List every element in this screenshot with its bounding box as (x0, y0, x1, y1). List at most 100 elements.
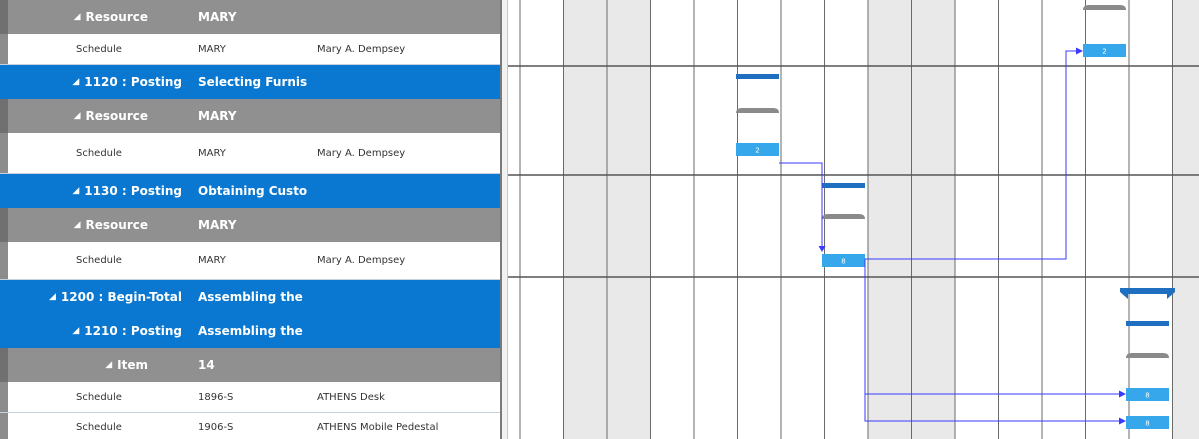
resource-bar (822, 214, 865, 219)
summary-bar (822, 183, 865, 188)
row-selector[interactable] (0, 0, 8, 34)
posting-row[interactable]: ◢ 1120 : Posting Selecting Furnishings (0, 65, 500, 99)
row-label: ◢ 1120 : Posting (10, 65, 188, 99)
row-description: Mary A. Dempsey (317, 147, 406, 159)
row-label: Schedule (76, 133, 186, 173)
row-label: ◢ 1210 : Posting (10, 314, 188, 348)
row-selector[interactable] (0, 208, 8, 242)
row-description (317, 280, 497, 314)
row-description: ATHENS Mobile Pedestal (317, 421, 439, 433)
row-label: ◢ Resource (10, 99, 188, 133)
row-selector[interactable] (0, 99, 8, 133)
expand-collapse-icon[interactable]: ◢ (74, 12, 81, 22)
row-description (317, 314, 497, 348)
row-label: ◢ Resource (10, 208, 188, 242)
group-row[interactable]: ◢ Resource MARY (0, 99, 500, 133)
expand-collapse-icon[interactable]: ◢ (72, 77, 79, 87)
row-code: 1906-S (198, 421, 234, 433)
row-description (317, 65, 497, 99)
row-code: Assembling the Furniture etc. (198, 290, 308, 304)
row-type-text: 1130 : Posting (84, 184, 182, 198)
row-code: Obtaining Customer Approval (198, 184, 308, 198)
row-type-text: 1200 : Begin-Total (60, 290, 182, 304)
posting-row[interactable]: ◢ 1130 : Posting Obtaining Customer Approv… (0, 174, 500, 208)
expand-collapse-icon[interactable]: ◢ (72, 326, 79, 336)
group-row[interactable]: ◢ Item 14 (0, 348, 500, 382)
row-code: MARY (198, 109, 237, 123)
row-label: ◢ Resource (10, 0, 188, 34)
row-selector[interactable] (0, 65, 8, 99)
row-type-text: Resource (85, 10, 148, 24)
capacity-label: 2 (755, 147, 759, 155)
row-description (317, 208, 497, 242)
row-label: ◢ 1130 : Posting (10, 174, 188, 208)
capacity-label: 2 (1102, 48, 1106, 56)
posting-row[interactable]: ◢ 1200 : Begin-Total Assembling the Furnit… (0, 280, 500, 314)
row-description (317, 99, 497, 133)
posting-row[interactable]: ◢ 1210 : Posting Assembling the Furniture … (0, 314, 500, 348)
row-selector[interactable] (0, 280, 8, 314)
expand-collapse-icon[interactable]: ◢ (74, 220, 81, 230)
row-code: MARY (198, 255, 226, 266)
pane-splitter[interactable] (500, 0, 508, 439)
row-label: Schedule (76, 413, 186, 439)
row-label: Schedule (76, 242, 186, 279)
row-selector[interactable] (0, 314, 8, 348)
row-description: Mary A. Dempsey (317, 255, 406, 266)
table-row[interactable]: Schedule 1896-S ATHENS Desk (0, 382, 500, 413)
group-row[interactable]: ◢ Resource MARY (0, 0, 500, 34)
row-type-text: Resource (85, 109, 148, 123)
row-code: 14 (198, 358, 215, 372)
row-type-text: Schedule (76, 391, 122, 403)
row-type-text: Resource (85, 218, 148, 232)
row-type-text: 1210 : Posting (84, 324, 182, 338)
row-description (317, 0, 497, 34)
row-type-text: Schedule (76, 255, 122, 266)
row-description (317, 174, 497, 208)
group-row[interactable]: ◢ Resource MARY (0, 208, 500, 242)
row-selector[interactable] (0, 34, 8, 64)
resource-bar (736, 108, 779, 113)
row-code: Selecting Furnishings (198, 75, 308, 89)
expand-collapse-icon[interactable]: ◢ (105, 360, 112, 370)
row-label: ◢ Item (10, 348, 188, 382)
row-code: MARY (198, 10, 237, 24)
summary-bar (736, 74, 779, 79)
row-code: MARY (198, 43, 226, 55)
expand-collapse-icon[interactable]: ◢ (49, 292, 56, 302)
resource-bar (1126, 353, 1169, 358)
task-grid: ◢ Resource MARY Schedule MARY Mary A. Dempsey… (0, 0, 500, 439)
capacity-label: 8 (1145, 392, 1149, 400)
row-type-text: Schedule (76, 43, 122, 55)
table-row[interactable]: Schedule MARY Mary A. Dempsey (0, 133, 500, 174)
row-type-text: Schedule (76, 147, 122, 159)
gantt-chart: 2 2 8 8 8 (508, 0, 1199, 439)
row-code: MARY (198, 218, 237, 232)
table-row[interactable]: Schedule MARY Mary A. Dempsey (0, 34, 500, 65)
row-selector[interactable] (0, 382, 8, 412)
row-label: ◢ 1200 : Begin-Total (10, 280, 188, 314)
row-code: Assembling the Furniture etc. (198, 324, 308, 338)
expand-collapse-icon[interactable]: ◢ (74, 111, 81, 121)
row-selector[interactable] (0, 348, 8, 382)
row-label: Schedule (76, 34, 186, 64)
capacity-label: 8 (1145, 420, 1149, 428)
row-type-text: Item (117, 358, 148, 372)
row-selector[interactable] (0, 413, 8, 439)
resource-bar (1083, 5, 1126, 10)
table-row[interactable]: Schedule 1906-S ATHENS Mobile Pedestal (0, 413, 500, 439)
row-selector[interactable] (0, 242, 8, 279)
table-row[interactable]: Schedule MARY Mary A. Dempsey (0, 242, 500, 280)
row-code: MARY (198, 147, 226, 159)
row-type-text: 1120 : Posting (84, 75, 182, 89)
row-type-text: Schedule (76, 421, 122, 433)
row-description (317, 348, 497, 382)
row-selector[interactable] (0, 174, 8, 208)
capacity-label: 8 (841, 258, 845, 266)
summary-bar (1126, 321, 1169, 326)
expand-collapse-icon[interactable]: ◢ (72, 186, 79, 196)
row-description: Mary A. Dempsey (317, 43, 406, 55)
row-label: Schedule (76, 382, 186, 412)
row-selector[interactable] (0, 133, 8, 173)
row-code: 1896-S (198, 391, 234, 403)
